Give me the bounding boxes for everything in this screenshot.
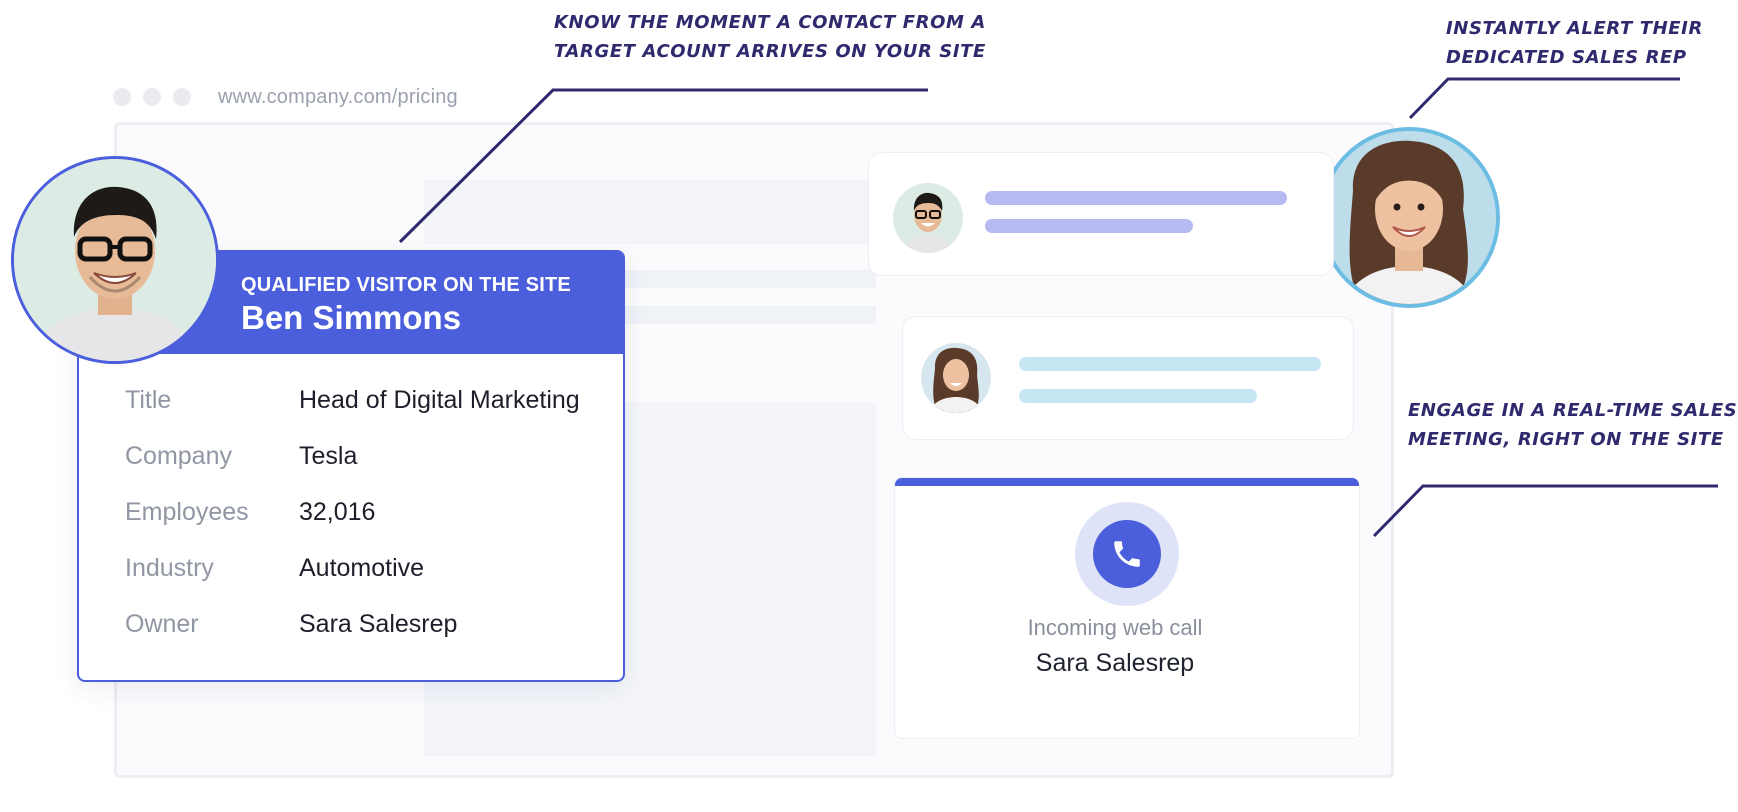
field-label-owner: Owner — [125, 610, 199, 638]
field-label-employees: Employees — [125, 498, 249, 526]
avatar-sara-small — [921, 343, 991, 413]
avatar-ben-illustration — [14, 159, 216, 361]
annotation-line: TARGET ACOUNT ARRIVES ON YOUR SITE — [554, 41, 986, 62]
field-label-company: Company — [125, 442, 232, 470]
connector-line — [1372, 484, 1718, 538]
address-bar-url[interactable]: www.company.com/pricing — [218, 86, 458, 109]
message-line-placeholder — [985, 219, 1193, 233]
message-line-placeholder — [985, 191, 1287, 205]
answer-call-button[interactable] — [1093, 520, 1161, 588]
field-value-employees: 32,016 — [299, 498, 376, 526]
window-dot — [143, 88, 161, 106]
field-label-industry: Industry — [125, 554, 214, 582]
window-controls — [113, 88, 191, 106]
caller-name: Sara Salesrep — [1035, 649, 1195, 677]
chat-bubble-sales-rep[interactable] — [902, 316, 1354, 440]
annotation-line: ENGAGE IN A REAL-TIME SALES — [1408, 400, 1738, 421]
message-line-placeholder — [1019, 389, 1257, 403]
annotation-line: MEETING, RIGHT ON THE SITE — [1408, 429, 1724, 450]
window-dot — [113, 88, 131, 106]
field-label-title: Title — [125, 386, 172, 414]
annotation-line: INSTANTLY ALERT THEIR — [1446, 18, 1703, 39]
annotation-line: KNOW THE MOMENT A CONTACT FROM A — [554, 12, 986, 33]
avatar-sara-illustration — [1323, 131, 1496, 304]
visitor-name: Ben Simmons — [241, 299, 462, 336]
avatar-ben — [11, 156, 219, 364]
call-status-text: Incoming web call — [1027, 615, 1203, 640]
field-value-industry: Automotive — [299, 554, 425, 582]
connector-line — [1408, 77, 1680, 120]
field-value-company: Tesla — [299, 442, 358, 470]
call-panel-accent — [895, 478, 1359, 486]
window-dot — [173, 88, 191, 106]
annotation-engage-meeting: ENGAGE IN A REAL-TIME SALES MEETING, RIG… — [1408, 396, 1737, 454]
chat-bubble-visitor[interactable] — [868, 152, 1334, 276]
annotation-know-the-moment: KNOW THE MOMENT A CONTACT FROM A TARGET … — [554, 8, 986, 66]
visitor-card-kicker: QUALIFIED VISITOR ON THE SITE — [241, 274, 571, 296]
message-line-placeholder — [1019, 357, 1321, 371]
field-value-owner: Sara Salesrep — [299, 610, 458, 638]
field-value-title: Head of Digital Marketing — [299, 386, 580, 414]
avatar-ben-small — [893, 183, 963, 253]
incoming-call-panel[interactable]: Incoming web call Sara Salesrep — [894, 477, 1360, 739]
avatar-sara — [1319, 127, 1500, 308]
annotation-alert-sales-rep: INSTANTLY ALERT THEIR DEDICATED SALES RE… — [1446, 14, 1703, 72]
phone-icon — [1114, 541, 1140, 567]
annotation-line: DEDICATED SALES REP — [1446, 47, 1687, 68]
placeholder-block — [424, 180, 876, 244]
